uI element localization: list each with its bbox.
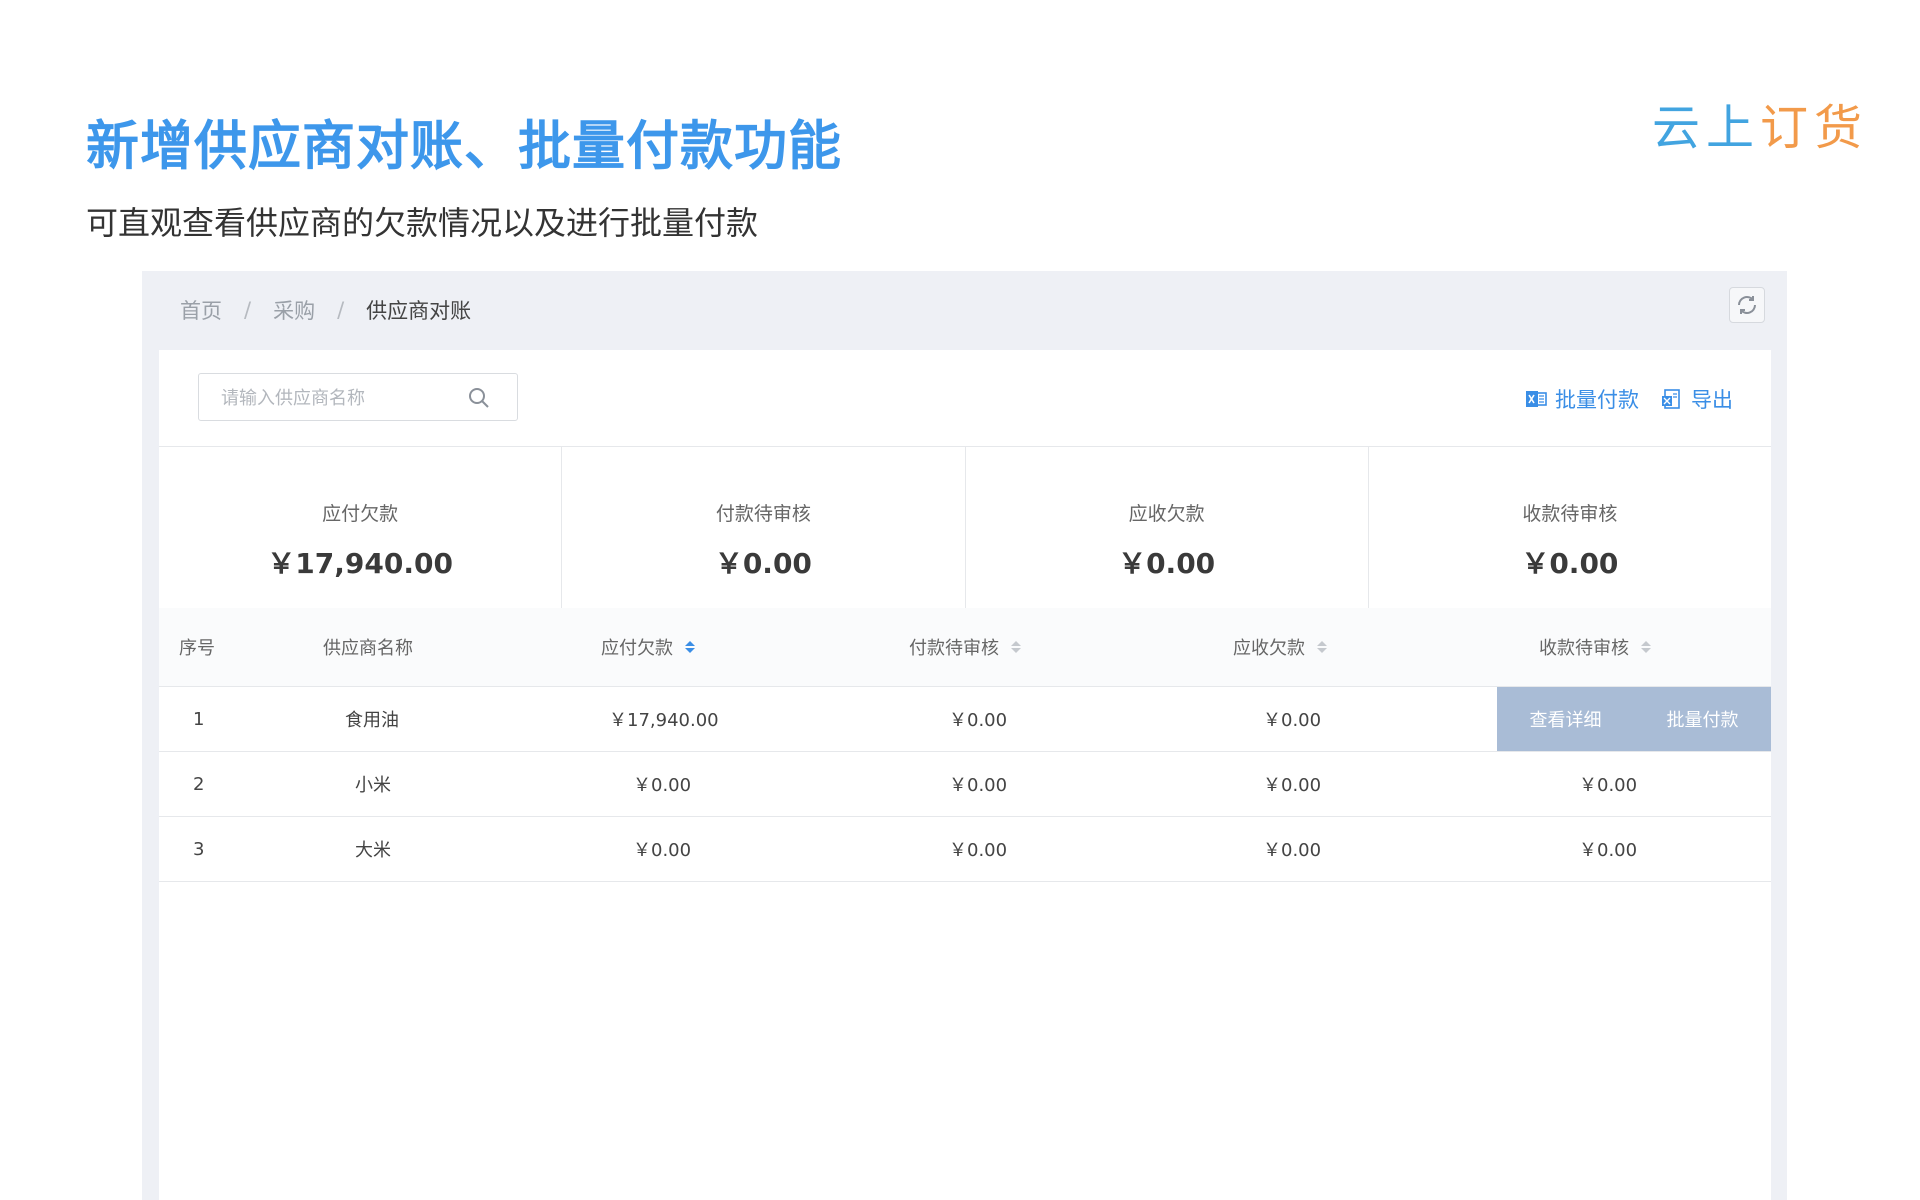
toolbar-actions: 批量付款 导出 (1525, 384, 1733, 414)
column-header-payable[interactable]: 应付欠款 (601, 608, 695, 686)
row-no: 2 (193, 773, 205, 795)
summary-value: ￥0.00 (714, 547, 812, 580)
summary-card-payable: 应付欠款 ￥17,940.00 (159, 447, 563, 608)
table-header: 序号 供应商名称 应付欠款 付款待审核 应收欠款 收款待审核 (159, 608, 1771, 687)
column-header-pay-pending[interactable]: 付款待审核 (909, 608, 1021, 686)
column-header-receivable[interactable]: 应收欠款 (1233, 608, 1327, 686)
breadcrumb: 首页 / 采购 / 供应商对账 (180, 295, 471, 325)
brand-part-2: 订货 (1759, 100, 1868, 156)
view-detail-button[interactable]: 查看详细 (1530, 706, 1602, 732)
brand-part-1: 云上 (1651, 100, 1760, 156)
export-icon (1662, 389, 1680, 409)
breadcrumb-home[interactable]: 首页 (180, 295, 222, 325)
summary-label: 应付欠款 (322, 503, 399, 525)
row-receivable: ￥0.00 (1263, 710, 1322, 731)
toolbar: 批量付款 导出 (159, 350, 1771, 447)
row-payable: ￥17,940.00 (609, 710, 719, 731)
column-header-label: 应收欠款 (1233, 638, 1305, 659)
row-pay-pending: ￥0.00 (949, 840, 1008, 861)
app-window: 首页 / 采购 / 供应商对账 请输入供应商名称 批量付款 导出 应付欠款 ￥1… (142, 271, 1787, 1200)
row-batch-pay-button[interactable]: 批量付款 (1667, 706, 1739, 732)
column-header-no: 序号 (179, 638, 215, 659)
row-pay-pending: ￥0.00 (949, 775, 1008, 796)
row-receivable: ￥0.00 (1263, 840, 1322, 861)
search-icon[interactable] (467, 386, 491, 410)
row-no: 1 (193, 708, 205, 730)
summary-label: 应收欠款 (1128, 503, 1205, 525)
sort-icon[interactable] (1641, 641, 1651, 653)
column-header-label: 收款待审核 (1539, 638, 1629, 659)
row-supplier-name: 大米 (355, 840, 391, 861)
supplier-search-input[interactable] (219, 374, 463, 422)
summary-label: 收款待审核 (1522, 503, 1618, 525)
row-no: 3 (193, 838, 205, 860)
row-payable: ￥0.00 (633, 840, 692, 861)
reconciliation-panel: 批量付款 导出 应付欠款 ￥17,940.00 付款 (159, 350, 1771, 1200)
summary-card-receivable: 应收欠款 ￥0.00 (966, 447, 1369, 608)
summary-card-pay-pending: 付款待审核 ￥0.00 (562, 447, 966, 608)
summary-cards: 应付欠款 ￥17,940.00 付款待审核 ￥0.00 应收欠款 ￥0.00 收… (159, 447, 1771, 609)
brand-logo: 云上订货 (1652, 88, 1868, 158)
batch-pay-button[interactable]: 批量付款 (1525, 384, 1639, 414)
breadcrumb-separator: / (337, 298, 345, 322)
summary-label: 付款待审核 (715, 503, 811, 525)
refresh-button[interactable] (1729, 287, 1765, 323)
breadcrumb-purchase[interactable]: 采购 (273, 295, 315, 325)
summary-value: ￥17,940.00 (267, 547, 453, 580)
row-recv-pending: ￥0.00 (1579, 775, 1638, 796)
breadcrumb-separator: / (244, 298, 252, 322)
column-header-supplier: 供应商名称 (323, 638, 413, 659)
excel-icon (1526, 391, 1547, 407)
row-pay-pending: ￥0.00 (949, 710, 1008, 731)
table-row[interactable]: 2 小米 ￥0.00 ￥0.00 ￥0.00 ￥0.00 (159, 752, 1771, 817)
row-payable: ￥0.00 (633, 775, 692, 796)
row-supplier-name: 小米 (355, 775, 391, 796)
column-header-label: 应付欠款 (601, 638, 673, 659)
row-supplier-name: 食用油 (345, 710, 399, 731)
summary-value: ￥0.00 (1521, 547, 1619, 580)
search-box (198, 373, 518, 422)
sort-icon[interactable] (1317, 641, 1327, 653)
row-action-bar: 查看详细 批量付款 (1497, 687, 1771, 751)
row-recv-pending: ￥0.00 (1579, 840, 1638, 861)
table-row[interactable]: 1 食用油 ￥17,940.00 ￥0.00 ￥0.00 查看详细 批量付款 (159, 687, 1771, 752)
page-headline: 新增供应商对账、批量付款功能 (86, 116, 842, 177)
page-subline: 可直观查看供应商的欠款情况以及进行批量付款 (86, 204, 759, 242)
breadcrumb-current: 供应商对账 (366, 299, 472, 323)
sort-icon[interactable] (1011, 641, 1021, 653)
summary-value: ￥0.00 (1118, 547, 1216, 580)
column-header-label: 付款待审核 (909, 638, 999, 659)
refresh-icon (1738, 296, 1756, 314)
table-row[interactable]: 3 大米 ￥0.00 ￥0.00 ￥0.00 ￥0.00 (159, 817, 1771, 882)
export-label: 导出 (1691, 388, 1733, 412)
sort-icon[interactable] (685, 641, 695, 653)
summary-card-recv-pending: 收款待审核 ￥0.00 (1369, 447, 1771, 608)
batch-pay-label: 批量付款 (1555, 388, 1639, 412)
column-header-recv-pending[interactable]: 收款待审核 (1539, 608, 1651, 686)
row-receivable: ￥0.00 (1263, 775, 1322, 796)
export-button[interactable]: 导出 (1661, 384, 1733, 414)
